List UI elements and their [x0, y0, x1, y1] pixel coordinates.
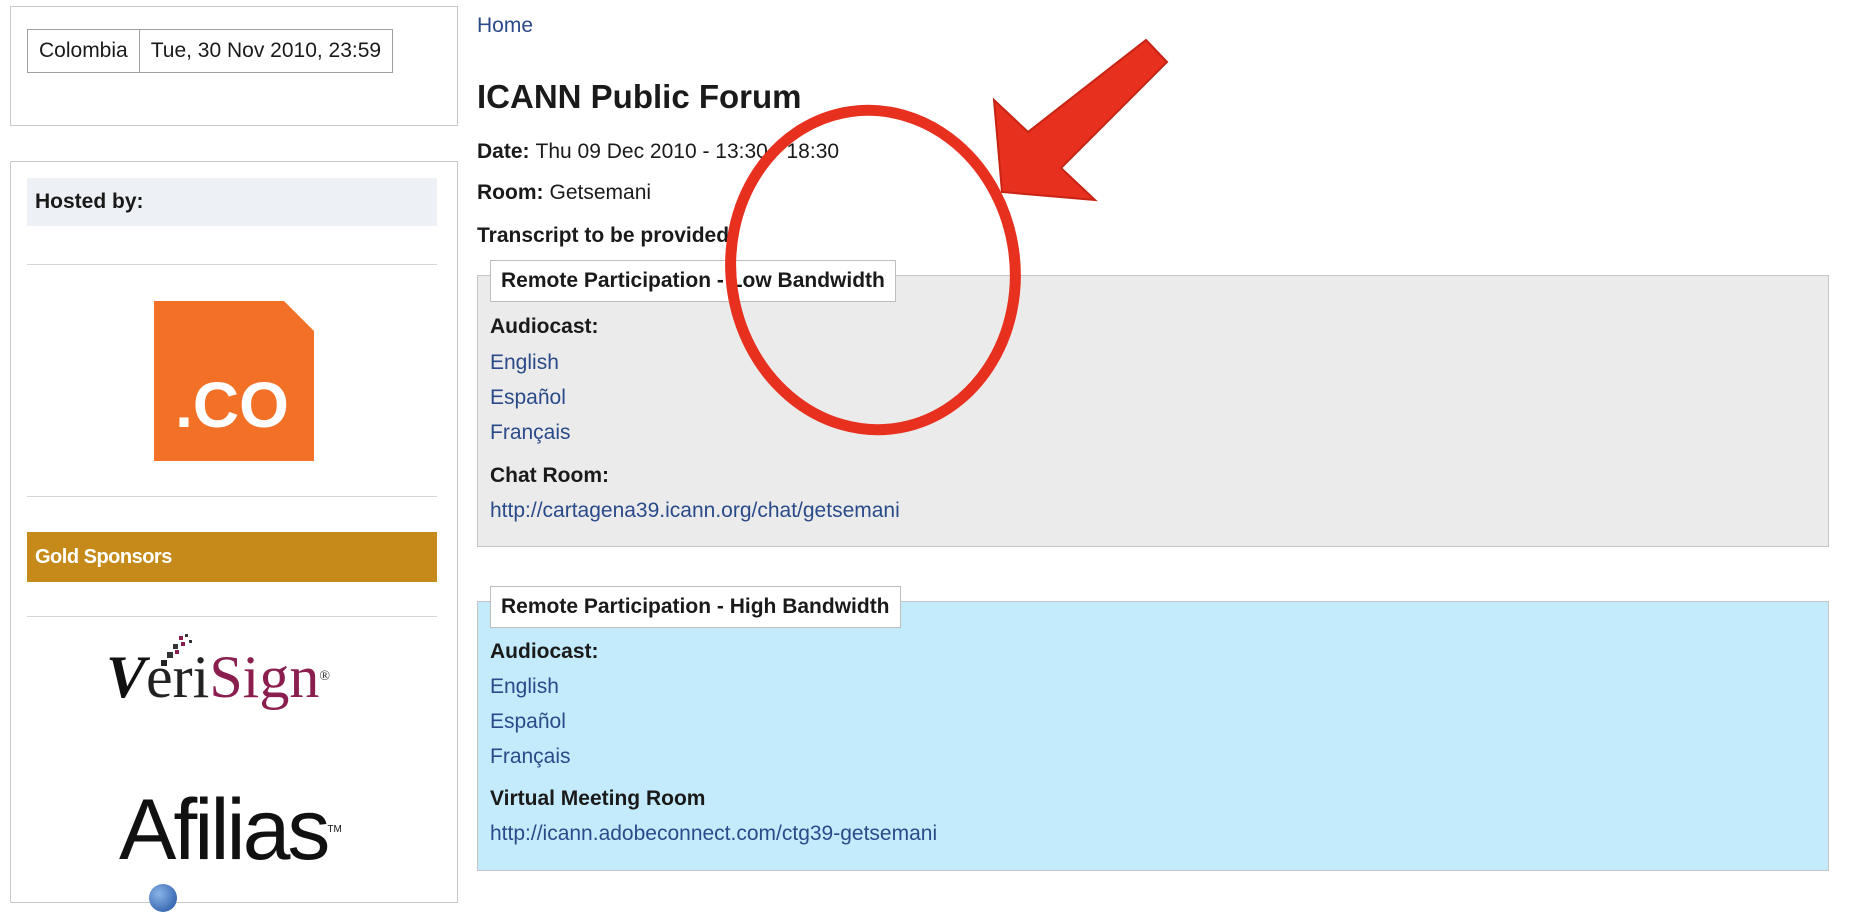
- clock-datetime: Tue, 30 Nov 2010, 23:59: [138, 29, 394, 73]
- high-audiocast-francais-link[interactable]: Français: [490, 745, 571, 769]
- high-audiocast-label: Audiocast:: [490, 640, 599, 663]
- divider: [27, 616, 437, 617]
- date-label: Date:: [477, 140, 530, 163]
- low-audiocast-english-link[interactable]: English: [490, 351, 559, 375]
- afilias-logo-tm: TM: [327, 824, 342, 835]
- chat-room-label: Chat Room:: [490, 464, 609, 487]
- low-bandwidth-legend: Remote Participation - Low Bandwidth: [490, 260, 896, 302]
- session-room: Room: Getsemani: [477, 181, 651, 205]
- verisign-logo[interactable]: VeriSign®: [106, 642, 330, 712]
- high-audiocast-english-link[interactable]: English: [490, 675, 559, 699]
- clock-table: Colombia Tue, 30 Nov 2010, 23:59: [27, 29, 394, 73]
- co-logo[interactable]: .CO: [154, 301, 314, 461]
- virtual-meeting-room-link[interactable]: http://icann.adobeconnect.com/ctg39-gets…: [490, 822, 937, 846]
- room-value: Getsemani: [549, 181, 652, 204]
- high-audiocast-espanol-link[interactable]: Español: [490, 710, 566, 734]
- afilias-logo-name: Afilias: [119, 782, 330, 878]
- chat-room-link[interactable]: http://cartagena39.icann.org/chat/getsem…: [490, 499, 900, 523]
- high-bandwidth-section: Remote Participation - High Bandwidth Au…: [477, 586, 1829, 871]
- verisign-logo-sign: Sign: [209, 644, 320, 710]
- page-title: ICANN Public Forum: [477, 78, 802, 115]
- session-date: Date: Thu 09 Dec 2010 - 13:30 - 18:30: [477, 140, 839, 164]
- low-audiocast-label: Audiocast:: [490, 315, 599, 338]
- low-audiocast-francais-link[interactable]: Français: [490, 421, 571, 445]
- low-audiocast-espanol-link[interactable]: Español: [490, 386, 566, 410]
- gold-sponsors-heading: Gold Sponsors: [27, 532, 437, 582]
- clock-panel: Colombia Tue, 30 Nov 2010, 23:59: [10, 6, 458, 126]
- breadcrumb-home[interactable]: Home: [477, 14, 533, 38]
- low-bandwidth-section: Remote Participation - Low Bandwidth Aud…: [477, 260, 1829, 547]
- co-logo-text: .CO: [175, 369, 289, 441]
- annotation-arrow-icon: [992, 38, 1169, 202]
- afilias-logo[interactable]: AfiliasTM: [119, 780, 342, 880]
- high-bandwidth-legend: Remote Participation - High Bandwidth: [490, 586, 901, 628]
- room-label: Room:: [477, 181, 544, 204]
- virtual-meeting-room-label: Virtual Meeting Room: [490, 787, 706, 810]
- hosted-by-heading: Hosted by:: [27, 178, 437, 226]
- divider: [27, 264, 437, 265]
- afilias-globe-icon: [149, 884, 177, 912]
- transcript-note: Transcript to be provided: [477, 224, 730, 247]
- verisign-logo-eri: eri: [146, 644, 210, 710]
- divider: [27, 496, 437, 497]
- verisign-logo-tm: ®: [319, 669, 330, 684]
- sponsor-panel: Hosted by: .CO Gold Sponsors VeriSign® A…: [10, 161, 458, 912]
- clock-country: Colombia: [27, 29, 140, 73]
- verisign-logo-v: V: [106, 644, 147, 710]
- date-value: Thu 09 Dec 2010 - 13:30 - 18:30: [535, 140, 840, 163]
